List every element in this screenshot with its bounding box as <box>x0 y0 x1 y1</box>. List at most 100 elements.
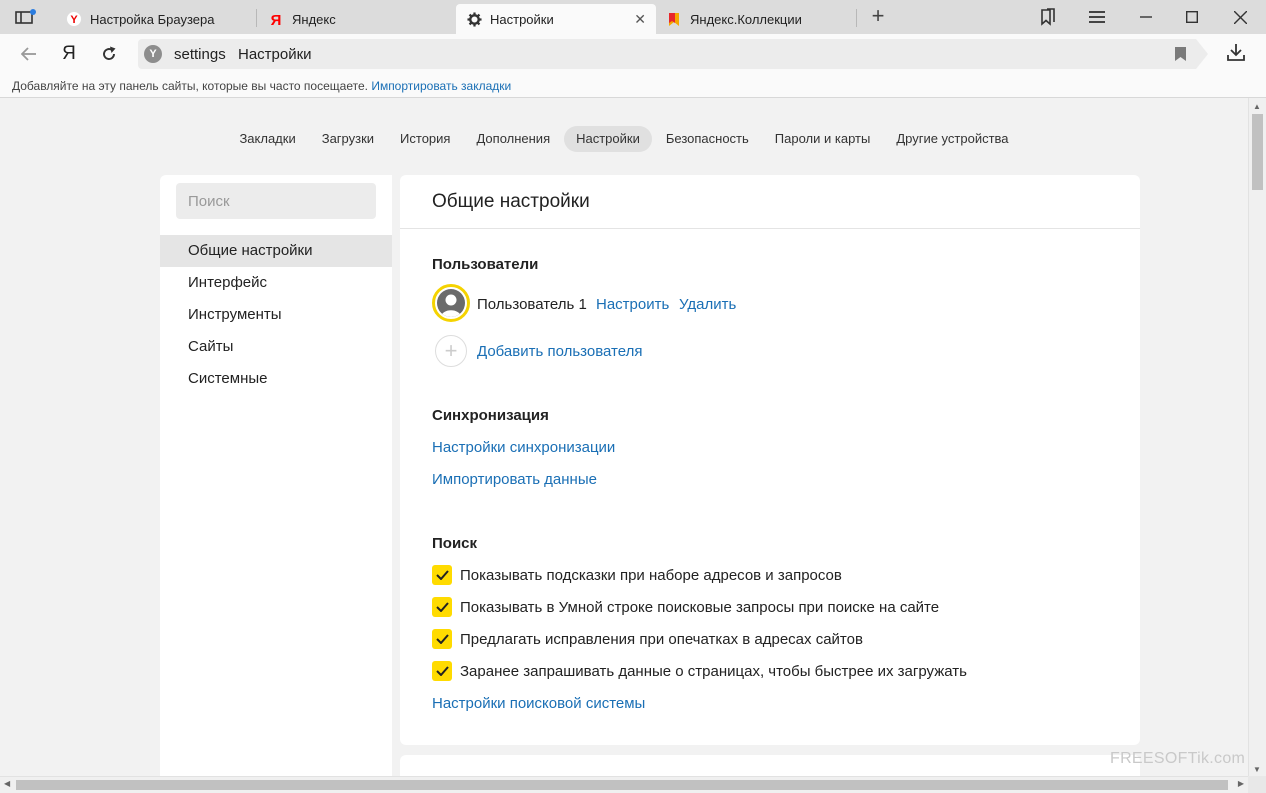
checkbox-checked[interactable] <box>432 629 452 649</box>
checkbox-checked[interactable] <box>432 661 452 681</box>
yandex-ya-icon: Я <box>268 11 284 27</box>
nav-history[interactable]: История <box>388 126 462 152</box>
watermark: FREESOFTik.com <box>1110 750 1246 767</box>
sidebar-item-general[interactable]: Общие настройки <box>160 235 392 267</box>
settings-page: Закладки Загрузки История Дополнения Нас… <box>0 98 1248 776</box>
gear-icon <box>466 11 482 27</box>
next-settings-panel <box>400 755 1140 776</box>
bookmarks-panel-icon <box>1041 8 1055 26</box>
sync-settings-link[interactable]: Настройки синхронизации <box>432 439 615 456</box>
svg-text:Y: Y <box>70 14 78 26</box>
add-user-link[interactable]: Добавить пользователя <box>477 343 642 360</box>
url-page-title: Настройки <box>238 46 312 63</box>
nav-settings[interactable]: Настройки <box>564 126 652 152</box>
general-settings-panel: Общие настройки Пользователи Пользовател… <box>400 175 1140 745</box>
search-option-typo-fixes[interactable]: Предлагать исправления при опечатках в а… <box>432 628 863 650</box>
collections-button[interactable] <box>1028 4 1068 30</box>
tab-collections[interactable]: Яндекс.Коллекции <box>656 4 854 34</box>
configure-user-link[interactable]: Настроить <box>596 296 669 313</box>
tab-separator <box>856 9 857 27</box>
scroll-down-arrow-icon[interactable]: ▼ <box>1253 765 1261 774</box>
reload-icon <box>103 46 116 60</box>
site-info-icon[interactable]: Y <box>144 45 162 63</box>
checkbox-checked[interactable] <box>432 565 452 585</box>
new-tab-button[interactable]: + <box>866 5 890 28</box>
nav-other-devices[interactable]: Другие устройства <box>884 126 1020 152</box>
horizontal-scroll-thumb[interactable] <box>16 780 1228 790</box>
users-section-title: Пользователи <box>432 256 539 273</box>
url-host: settings <box>174 46 226 63</box>
nav-bookmarks[interactable]: Закладки <box>227 126 307 152</box>
minimize-icon <box>1140 16 1152 18</box>
vertical-scroll-thumb[interactable] <box>1252 114 1263 190</box>
option-label: Заранее запрашивать данные о страницах, … <box>460 662 967 680</box>
sidebar-item-interface[interactable]: Интерфейс <box>160 267 392 299</box>
user-name: Пользователь 1 <box>477 296 587 313</box>
nav-passwords[interactable]: Пароли и карты <box>763 126 883 152</box>
settings-search-input[interactable] <box>176 183 376 219</box>
tab-strip: Y Настройка Браузера Я Яндекс Настройки … <box>0 0 1266 34</box>
yandex-browser-icon: Y <box>66 11 82 27</box>
nav-downloads[interactable]: Загрузки <box>310 126 386 152</box>
user-silhouette-icon <box>437 289 465 317</box>
checkmark-icon <box>435 570 449 580</box>
scroll-up-arrow-icon[interactable]: ▲ <box>1253 102 1261 111</box>
hamburger-icon <box>1089 11 1105 23</box>
import-data-link[interactable]: Импортировать данные <box>432 471 597 488</box>
tab-label: Яндекс <box>292 11 336 27</box>
address-bar[interactable]: Y settings Настройки <box>138 39 1208 69</box>
search-option-smartbox-queries[interactable]: Показывать в Умной строке поисковые запр… <box>432 596 939 618</box>
horizontal-scrollbar[interactable]: ◀ ▶ <box>0 776 1248 793</box>
minimize-button[interactable] <box>1126 4 1166 30</box>
nav-extensions[interactable]: Дополнения <box>464 126 562 152</box>
search-option-prefetch[interactable]: Заранее запрашивать данные о страницах, … <box>432 660 967 682</box>
tabs-menu-button[interactable] <box>8 4 44 30</box>
tab-label: Яндекс.Коллекции <box>690 11 802 27</box>
sidebar-item-tools[interactable]: Инструменты <box>160 299 392 331</box>
downloads-button[interactable] <box>1226 42 1250 66</box>
tab-yandex[interactable]: Я Яндекс <box>258 4 452 34</box>
add-user-icon[interactable]: + <box>435 335 467 367</box>
yandex-home-button[interactable]: Я <box>57 42 81 66</box>
sync-section-title: Синхронизация <box>432 407 549 424</box>
nav-security[interactable]: Безопасность <box>654 126 761 152</box>
sidebar-item-sites[interactable]: Сайты <box>160 331 392 363</box>
svg-text:Я: Я <box>271 12 282 27</box>
scroll-left-arrow-icon[interactable]: ◀ <box>4 779 10 788</box>
delete-user-link[interactable]: Удалить <box>679 296 736 313</box>
checkbox-checked[interactable] <box>432 597 452 617</box>
import-bookmarks-link[interactable]: Импортировать закладки <box>371 79 511 93</box>
close-window-button[interactable] <box>1220 4 1260 30</box>
maximize-icon <box>1186 11 1198 23</box>
maximize-button[interactable] <box>1172 4 1212 30</box>
close-icon <box>1233 10 1247 24</box>
checkmark-icon <box>435 634 449 644</box>
collections-bookmark-icon <box>666 11 682 27</box>
tab-label: Настройки <box>490 11 554 27</box>
page-title: Общие настройки <box>400 175 1140 229</box>
bookmark-icon[interactable] <box>1175 47 1186 66</box>
tab-separator <box>256 9 257 27</box>
back-button[interactable] <box>17 42 41 66</box>
close-icon[interactable]: ✕ <box>634 11 646 28</box>
browser-sections-nav: Закладки Загрузки История Дополнения Нас… <box>0 126 1248 152</box>
vertical-scrollbar[interactable]: ▲ ▼ <box>1248 98 1266 776</box>
tab-browser-settings[interactable]: Y Настройка Браузера <box>56 4 252 34</box>
search-engine-settings-link[interactable]: Настройки поисковой системы <box>432 695 645 712</box>
back-arrow-icon <box>21 47 36 61</box>
search-section-title: Поиск <box>432 535 478 552</box>
bookmarks-bar: Добавляйте на эту панель сайты, которые … <box>0 74 1266 98</box>
checkmark-icon <box>435 666 449 676</box>
download-icon <box>1227 44 1245 61</box>
tab-settings[interactable]: Настройки ✕ <box>456 4 656 34</box>
option-label: Предлагать исправления при опечатках в а… <box>460 630 863 648</box>
settings-sidebar: Общие настройки Интерфейс Инструменты Са… <box>160 175 392 776</box>
sidebar-item-system[interactable]: Системные <box>160 363 392 395</box>
option-label: Показывать в Умной строке поисковые запр… <box>460 598 940 616</box>
scroll-right-arrow-icon[interactable]: ▶ <box>1238 779 1244 788</box>
tab-label: Настройка Браузера <box>90 11 215 27</box>
search-option-suggestions[interactable]: Показывать подсказки при наборе адресов … <box>432 564 842 586</box>
reload-button[interactable] <box>97 42 121 66</box>
tabs-panel-icon <box>15 9 36 24</box>
menu-button[interactable] <box>1077 4 1117 30</box>
